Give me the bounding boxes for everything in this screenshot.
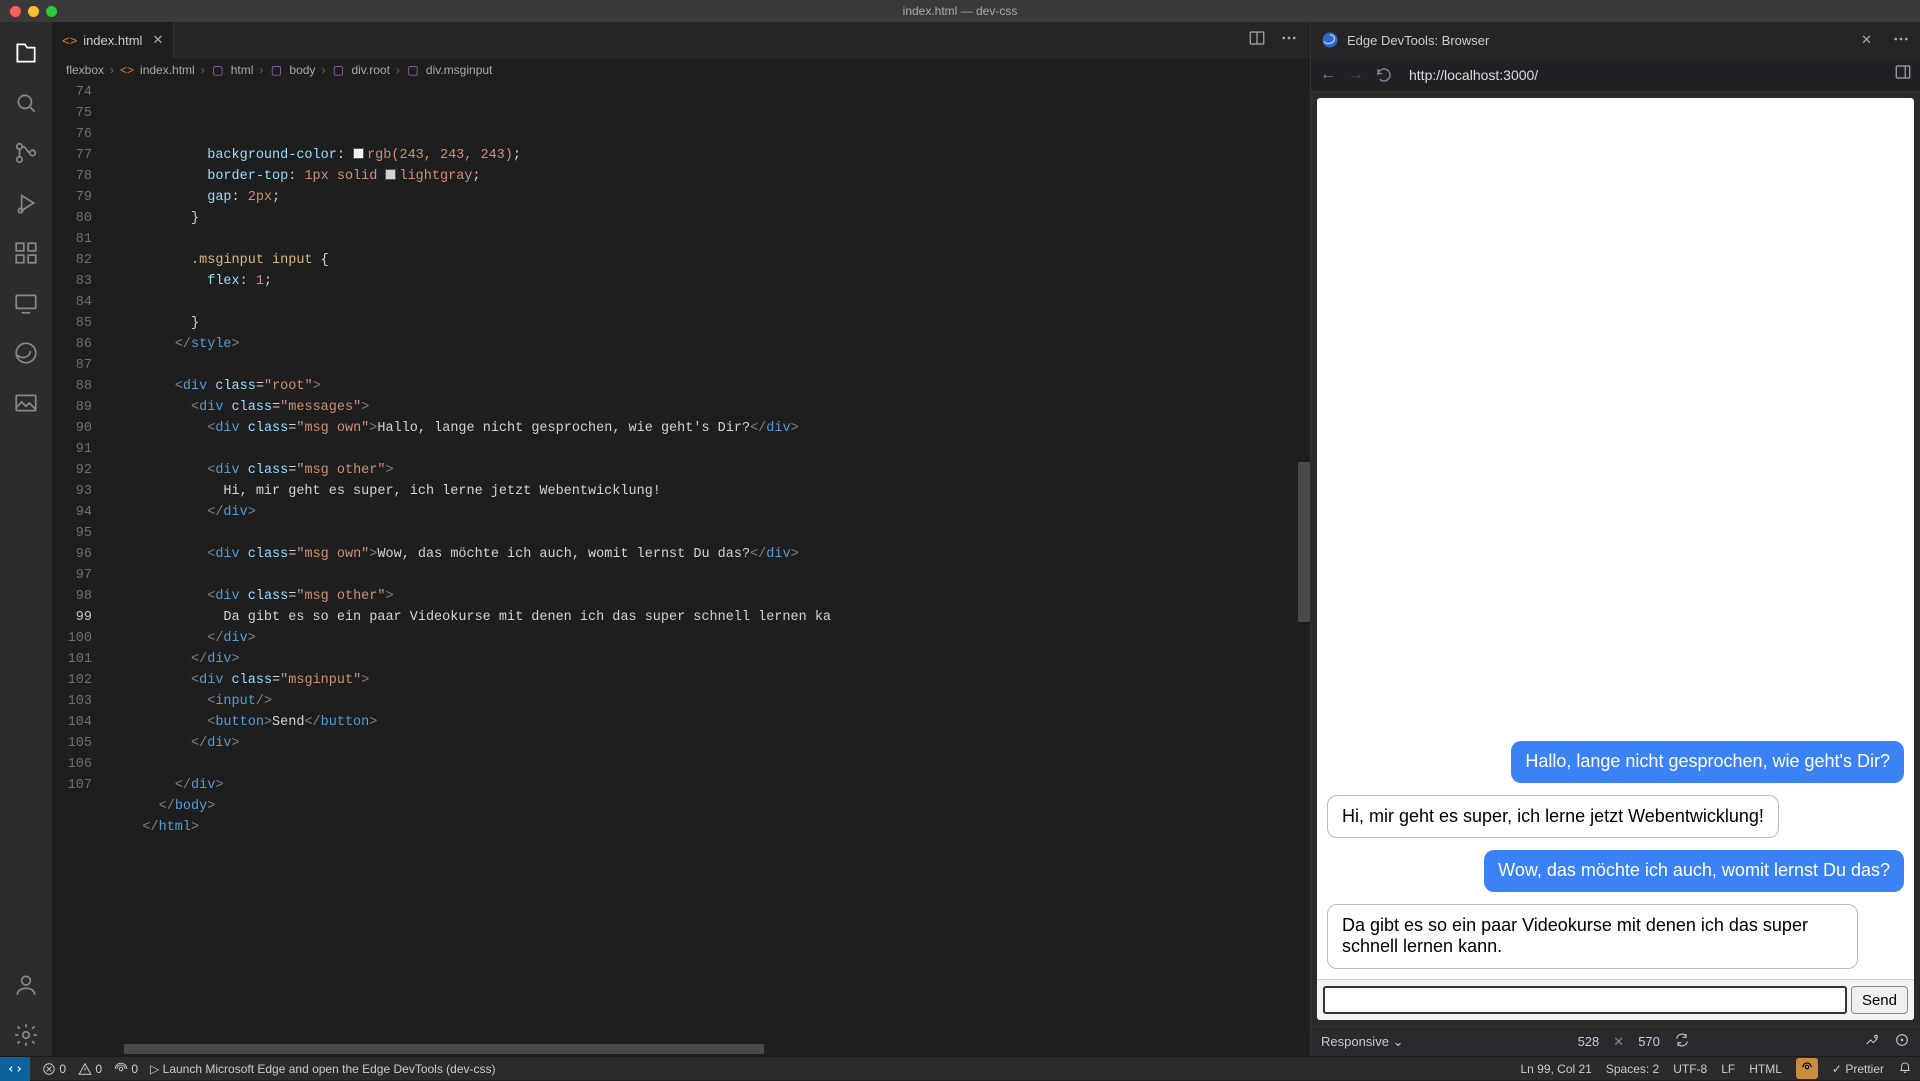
account-icon[interactable] xyxy=(5,964,47,1006)
horizontal-scrollbar-track[interactable] xyxy=(52,1044,1310,1056)
code-area[interactable]: background-color: rgb(243, 243, 243); bo… xyxy=(110,82,1310,1044)
images-icon[interactable] xyxy=(5,382,47,424)
settings-icon[interactable] xyxy=(5,1014,47,1056)
scm-icon[interactable] xyxy=(5,132,47,174)
line-gutter: 7475767778798081828384858687888990919293… xyxy=(52,82,110,1044)
reload-icon[interactable] xyxy=(1375,66,1393,84)
close-icon[interactable]: ✕ xyxy=(1861,32,1872,48)
dimension-x: ✕ xyxy=(1613,1034,1624,1050)
devtools-panel: Edge DevTools: Browser ✕ ← → Hallo, lang… xyxy=(1310,22,1920,1056)
url-input[interactable] xyxy=(1403,63,1884,87)
viewport-mode[interactable]: Responsive ⌄ xyxy=(1321,1034,1403,1050)
launch-edge-button[interactable]: ▷ Launch Microsoft Edge and open the Edg… xyxy=(150,1062,495,1076)
live-preview-icon[interactable] xyxy=(1796,1058,1818,1079)
chat-bubble-other: Hi, mir geht es super, ich lerne jetzt W… xyxy=(1327,795,1779,839)
rotate-icon[interactable] xyxy=(1674,1032,1690,1051)
html-file-icon: <> xyxy=(120,63,134,77)
chat-bubble-own: Hallo, lange nicht gesprochen, wie geht'… xyxy=(1511,741,1904,783)
bc-file[interactable]: index.html xyxy=(140,63,195,77)
chat-messages: Hallo, lange nicht gesprochen, wie geht'… xyxy=(1317,98,1914,979)
rendered-page[interactable]: Hallo, lange nicht gesprochen, wie geht'… xyxy=(1317,98,1914,1020)
language-mode[interactable]: HTML xyxy=(1749,1062,1782,1076)
bc-body[interactable]: body xyxy=(289,63,315,77)
chat-input-row: Send xyxy=(1317,979,1914,1020)
bc-msginput[interactable]: div.msginput xyxy=(426,63,492,77)
devtools-tabs: Edge DevTools: Browser ✕ xyxy=(1311,22,1920,58)
chevron-down-icon: ⌄ xyxy=(1393,1034,1404,1049)
indentation[interactable]: Spaces: 2 xyxy=(1606,1062,1659,1076)
titlebar: index.html — dev-css xyxy=(0,0,1920,22)
code-editor[interactable]: 7475767778798081828384858687888990919293… xyxy=(52,82,1310,1044)
devtools-statusbar: Responsive ⌄ 528 ✕ 570 xyxy=(1311,1026,1920,1056)
devtools-title: Edge DevTools: Browser xyxy=(1347,33,1489,48)
back-icon[interactable]: ← xyxy=(1319,66,1337,84)
edge-tools-icon[interactable] xyxy=(5,332,47,374)
browser-nav: ← → xyxy=(1311,58,1920,92)
bc-root[interactable]: div.root xyxy=(351,63,389,77)
edge-icon xyxy=(1321,31,1339,49)
send-button[interactable]: Send xyxy=(1851,986,1908,1014)
activity-bar xyxy=(0,22,52,1056)
editor-group: <> index.html ✕ flexbox › <> index.html … xyxy=(52,22,1310,1056)
window-controls xyxy=(10,6,57,17)
status-bar: 0 0 0 ▷ Launch Microsoft Edge and open t… xyxy=(0,1056,1920,1080)
bc-html[interactable]: html xyxy=(231,63,254,77)
bc-folder[interactable]: flexbox xyxy=(66,63,104,77)
explorer-icon[interactable] xyxy=(5,32,47,74)
viewport-width[interactable]: 528 xyxy=(1578,1034,1600,1049)
cursor-position[interactable]: Ln 99, Col 21 xyxy=(1520,1062,1591,1076)
editor-tabs: <> index.html ✕ xyxy=(52,22,1310,58)
tab-index-html[interactable]: <> index.html ✕ xyxy=(52,22,174,58)
browser-viewport: Hallo, lange nicht gesprochen, wie geht'… xyxy=(1311,92,1920,1026)
chat-bubble-own: Wow, das möchte ich auch, womit lernst D… xyxy=(1484,850,1904,892)
extensions-icon[interactable] xyxy=(5,232,47,274)
element-icon: ▢ xyxy=(331,63,345,77)
vertical-scrollbar[interactable] xyxy=(1298,462,1310,622)
chat-bubble-other: Da gibt es so ein paar Videokurse mit de… xyxy=(1327,904,1858,969)
chevron-right-icon: › xyxy=(259,63,263,77)
chevron-right-icon: › xyxy=(321,63,325,77)
element-icon: ▢ xyxy=(269,63,283,77)
close-icon[interactable]: ✕ xyxy=(152,32,163,48)
encoding[interactable]: UTF-8 xyxy=(1673,1062,1707,1076)
more-actions-icon[interactable] xyxy=(1280,29,1298,52)
eol[interactable]: LF xyxy=(1721,1062,1735,1076)
tab-label: index.html xyxy=(83,33,142,48)
warnings-count[interactable]: 0 xyxy=(78,1062,102,1076)
element-icon: ▢ xyxy=(406,63,420,77)
chevron-right-icon: › xyxy=(110,63,114,77)
debug-icon[interactable] xyxy=(5,182,47,224)
chat-input[interactable] xyxy=(1323,986,1847,1014)
search-icon[interactable] xyxy=(5,82,47,124)
editor-actions xyxy=(1248,22,1310,58)
screenshot-icon[interactable] xyxy=(1864,1032,1880,1051)
errors-count[interactable]: 0 xyxy=(42,1062,66,1076)
maximize-window[interactable] xyxy=(46,6,57,17)
remote-explorer-icon[interactable] xyxy=(5,282,47,324)
chevron-right-icon: › xyxy=(201,63,205,77)
close-window[interactable] xyxy=(10,6,21,17)
forward-icon[interactable]: → xyxy=(1347,66,1365,84)
split-editor-icon[interactable] xyxy=(1248,29,1266,52)
chevron-right-icon: › xyxy=(396,63,400,77)
more-actions-icon[interactable] xyxy=(1892,30,1910,51)
window-title: index.html — dev-css xyxy=(903,4,1018,18)
dock-icon[interactable] xyxy=(1894,63,1912,86)
breadcrumbs[interactable]: flexbox › <> index.html › ▢ html › ▢ bod… xyxy=(52,58,1310,82)
horizontal-scrollbar[interactable] xyxy=(124,1044,764,1054)
notifications-icon[interactable] xyxy=(1898,1060,1912,1077)
minimize-window[interactable] xyxy=(28,6,39,17)
ports-count[interactable]: 0 xyxy=(114,1062,138,1076)
prettier-status[interactable]: ✓ Prettier xyxy=(1832,1062,1884,1076)
element-icon: ▢ xyxy=(211,63,225,77)
remote-indicator[interactable] xyxy=(0,1057,30,1081)
html-file-icon: <> xyxy=(62,33,77,48)
viewport-height[interactable]: 570 xyxy=(1638,1034,1660,1049)
inspect-icon[interactable] xyxy=(1894,1032,1910,1051)
